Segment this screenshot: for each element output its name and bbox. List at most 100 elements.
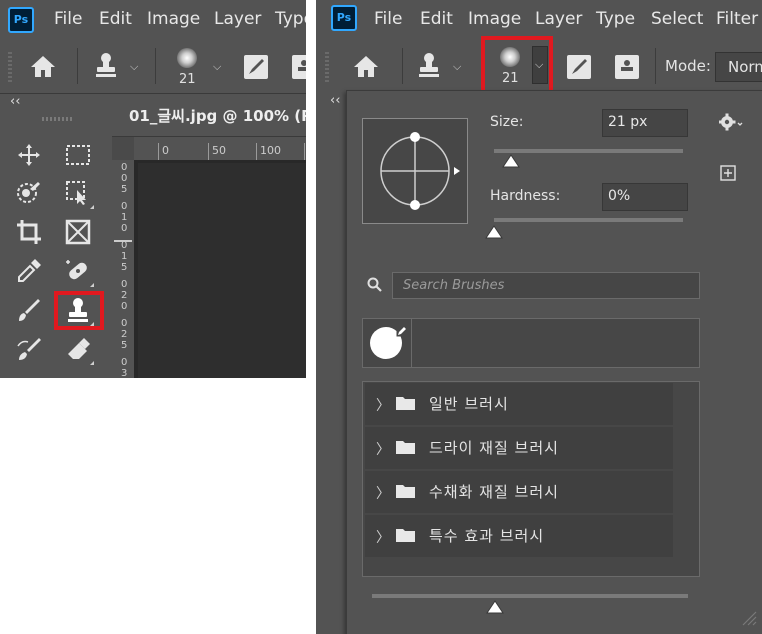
menu-bar: Ps File Edit Image Layer Type xyxy=(0,0,306,40)
menu-select[interactable]: Select xyxy=(651,9,703,29)
size-slider-track[interactable] xyxy=(494,149,683,153)
ruler-v-digit: 2 xyxy=(121,290,128,301)
document-canvas[interactable] xyxy=(138,163,306,378)
brush-folder-row[interactable]: 〉 특수 효과 브러시 xyxy=(365,515,673,557)
ruler-v-digit: 0 xyxy=(121,357,128,368)
clone-source-icon[interactable] xyxy=(291,54,306,84)
recent-brush-swatch[interactable] xyxy=(363,319,412,367)
hardness-label: Hardness: xyxy=(490,188,561,204)
left-screenshot: Ps File Edit Image Layer Type ⌵ 21 ⌵ ‹‹ xyxy=(0,0,306,378)
mode-label: Mode: xyxy=(665,57,711,75)
menu-layer[interactable]: Layer xyxy=(535,9,582,29)
chevron-down-icon[interactable]: ⌵ xyxy=(213,60,221,74)
history-brush-tool[interactable] xyxy=(15,335,43,363)
hardness-value: 0% xyxy=(608,188,631,204)
object-selection-tool[interactable] xyxy=(64,179,94,209)
menu-type[interactable]: Type xyxy=(596,9,635,29)
frame-tool[interactable] xyxy=(64,218,92,246)
mode-select[interactable]: Norm xyxy=(715,52,762,82)
menu-image[interactable]: Image xyxy=(468,9,521,29)
ruler-v-digit: 0 xyxy=(121,318,128,329)
menu-image[interactable]: Image xyxy=(147,9,200,29)
size-input[interactable]: 21 px xyxy=(602,109,688,137)
chevron-down-icon[interactable]: ⌵ xyxy=(130,60,138,74)
photoshop-logo-icon[interactable]: Ps xyxy=(331,5,357,31)
tool-group-indicator xyxy=(90,283,94,287)
ruler-v-digit: 0 xyxy=(121,301,128,312)
chevron-down-icon[interactable]: ⌵ xyxy=(453,60,461,74)
move-tool[interactable] xyxy=(15,141,43,169)
thumbnail-size-slider-thumb[interactable] xyxy=(486,599,504,618)
tool-group-indicator xyxy=(90,205,94,209)
home-icon[interactable] xyxy=(353,54,379,82)
eyedropper-tool[interactable] xyxy=(15,257,43,285)
brush-folder-label: 일반 브러시 xyxy=(429,395,509,413)
brush-folder-row[interactable]: 〉 수채화 재질 브러시 xyxy=(365,471,673,513)
crop-tool[interactable] xyxy=(15,218,43,246)
chevron-right-icon[interactable]: 〉 xyxy=(376,527,390,547)
toolbar-grip xyxy=(42,117,72,121)
document-tab-title: 01_글씨.jpg @ 100% (R xyxy=(129,107,306,125)
brush-tool[interactable] xyxy=(15,296,43,324)
eraser-tool[interactable] xyxy=(64,335,94,365)
document-tab[interactable]: 01_글씨.jpg @ 100% (R xyxy=(112,94,306,137)
options-bar: ⌵ 21 ⌵ xyxy=(0,40,306,94)
marquee-tool[interactable] xyxy=(64,141,92,169)
hardness-input[interactable]: 0% xyxy=(602,183,688,211)
clone-source-icon[interactable] xyxy=(614,54,640,84)
new-preset-icon[interactable] xyxy=(720,165,736,185)
search-input[interactable]: Search Brushes xyxy=(392,272,700,299)
vertical-ruler: 005010015020025030035040 xyxy=(112,160,134,378)
chevron-right-icon[interactable]: 〉 xyxy=(376,483,390,503)
separator xyxy=(155,48,156,84)
menu-filter[interactable]: Filter xyxy=(716,9,758,29)
ruler-tick xyxy=(208,143,209,160)
edit-pencil-icon xyxy=(396,322,408,341)
size-value: 21 px xyxy=(608,114,648,130)
brush-preview-icon[interactable] xyxy=(177,48,197,68)
menu-bar: Ps File Edit Image Layer Type Select Fil… xyxy=(316,0,762,40)
thumbnail-size-slider-track[interactable] xyxy=(372,594,688,598)
resize-grip-icon[interactable] xyxy=(741,610,757,630)
options-bar-grip xyxy=(325,52,329,82)
home-icon[interactable] xyxy=(30,54,56,82)
brush-settings-icon[interactable] xyxy=(566,54,592,84)
chevron-right-icon[interactable]: 〉 xyxy=(376,395,390,415)
menu-layer[interactable]: Layer xyxy=(214,9,261,29)
clone-stamp-preset-icon[interactable] xyxy=(94,52,118,82)
clone-stamp-preset-icon[interactable] xyxy=(417,52,441,82)
collapse-toolbar-button[interactable]: ‹‹ xyxy=(330,93,340,108)
size-slider-thumb[interactable] xyxy=(502,153,520,172)
collapse-toolbar-button[interactable]: ‹‹ xyxy=(10,94,20,109)
menu-file[interactable]: File xyxy=(54,9,82,29)
photoshop-logo-icon[interactable]: Ps xyxy=(8,7,34,33)
ruler-v-digit: 5 xyxy=(121,184,128,195)
brush-settings-icon[interactable] xyxy=(243,54,269,84)
ruler-tick xyxy=(256,143,257,160)
quick-selection-tool[interactable] xyxy=(15,179,43,207)
folder-icon xyxy=(396,529,415,542)
brush-folder-row[interactable]: 〉 일반 브러시 xyxy=(365,383,673,425)
gear-icon[interactable] xyxy=(718,113,743,135)
menu-edit[interactable]: Edit xyxy=(420,9,453,29)
brush-folder-label: 드라이 재질 브러시 xyxy=(429,439,559,457)
brush-folder-label: 특수 효과 브러시 xyxy=(429,527,545,545)
hardness-slider-thumb[interactable] xyxy=(485,224,503,243)
menu-type[interactable]: Type xyxy=(275,9,306,29)
ruler-tick xyxy=(158,143,159,160)
menu-edit[interactable]: Edit xyxy=(99,9,132,29)
ruler-v-digit: 0 xyxy=(121,279,128,290)
ruler-v-digit: 5 xyxy=(121,340,128,351)
ruler-v-digit: 1 xyxy=(121,251,128,262)
spot-healing-tool[interactable] xyxy=(64,257,94,287)
ruler-v-digit: 2 xyxy=(121,329,128,340)
hardness-slider-track[interactable] xyxy=(494,218,683,222)
brush-folder-row[interactable]: 〉 드라이 재질 브러시 xyxy=(365,427,673,469)
recent-brushes-strip xyxy=(362,318,700,368)
chevron-right-icon[interactable]: 〉 xyxy=(376,439,390,459)
ruler-h-label: 0 xyxy=(162,144,169,157)
menu-file[interactable]: File xyxy=(374,9,402,29)
document-area: 01_글씨.jpg @ 100% (R 0 50 100 00501001502… xyxy=(112,94,306,378)
separator xyxy=(402,48,403,84)
brush-tip-preview[interactable] xyxy=(362,118,468,224)
